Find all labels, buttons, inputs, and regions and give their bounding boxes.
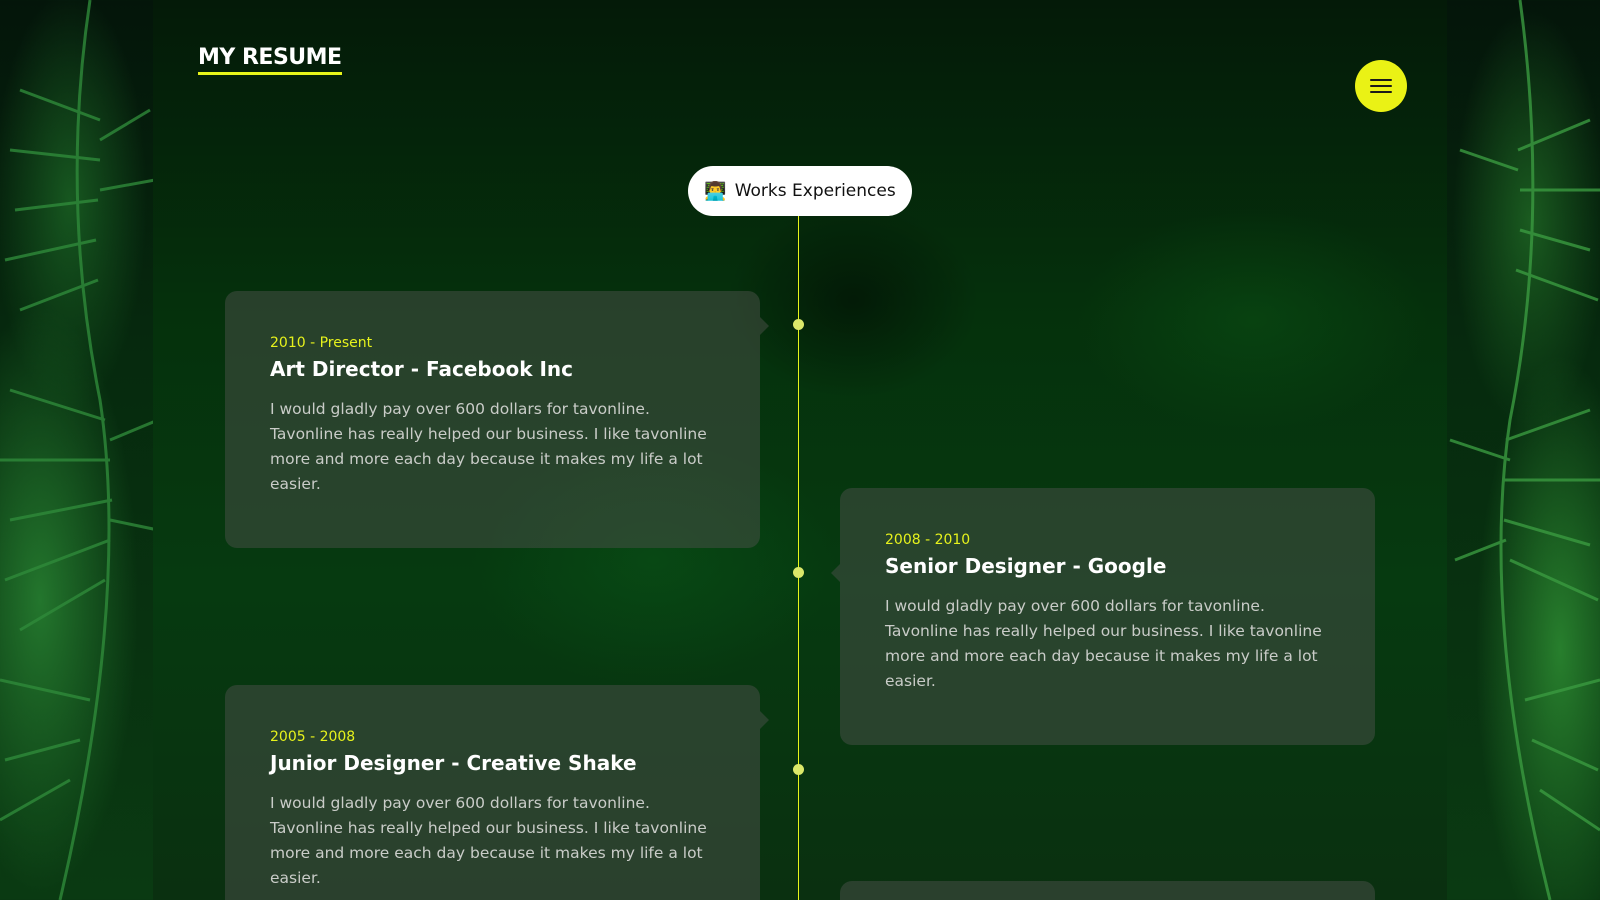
experience-card-partial [840,881,1375,900]
timeline-dot [793,567,804,578]
technologist-icon: 👨‍💻 [704,180,727,202]
fern-foliage-left [0,0,160,900]
experience-role: Art Director - Facebook Inc [270,357,573,381]
experience-role: Senior Designer - Google [885,554,1167,578]
experience-description: I would gladly pay over 600 dollars for … [270,794,707,887]
experience-description: I would gladly pay over 600 dollars for … [885,597,1322,690]
section-title: Works Experiences [734,181,896,201]
experience-period: 2005 - 2008 [270,729,356,745]
timeline-dot [793,764,804,775]
section-title-badge: 👨‍💻 Works Experiences [688,166,912,216]
experience-period: 2010 - Present [270,335,373,351]
hamburger-icon-bar [1370,85,1392,87]
hamburger-icon [1370,79,1392,81]
hamburger-icon-bar [1370,91,1392,93]
menu-button[interactable] [1355,60,1407,112]
experience-card: 2005 - 2008 Junior Designer - Creative S… [225,685,769,900]
experience-card: 2010 - Present Art Director - Facebook I… [225,291,769,548]
experience-period: 2008 - 2010 [885,532,971,548]
fern-foliage-right [1440,0,1600,900]
experience-description: I would gladly pay over 600 dollars for … [270,400,707,493]
experience-card: 2008 - 2010 Senior Designer - Google I w… [831,488,1375,745]
experience-role: Junior Designer - Creative Shake [270,751,637,775]
timeline-dot [793,319,804,330]
site-logo[interactable]: MY RESUME [198,45,342,76]
